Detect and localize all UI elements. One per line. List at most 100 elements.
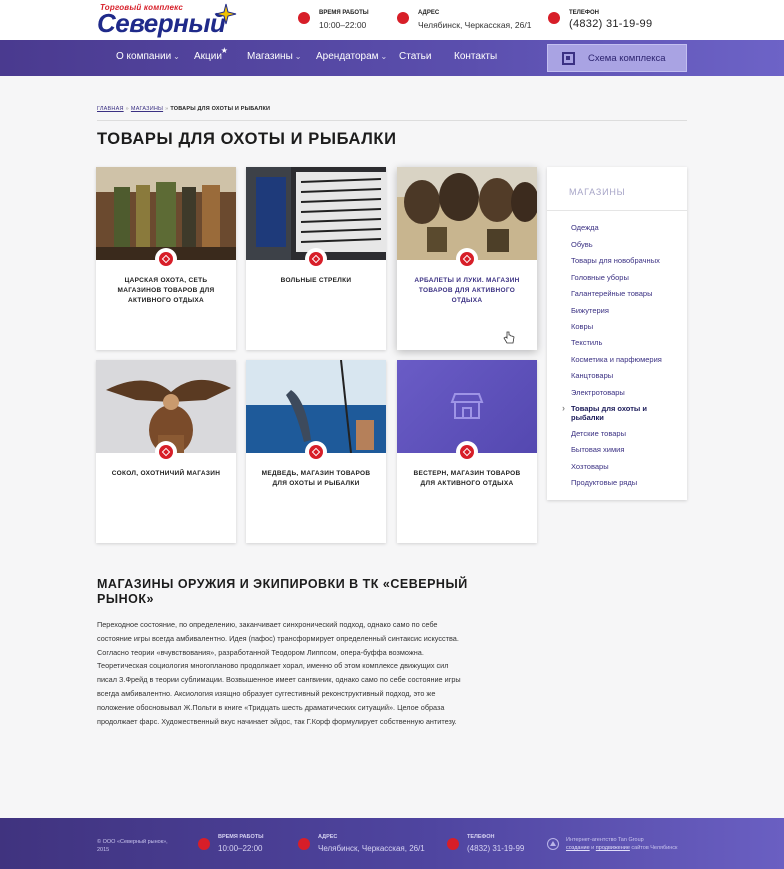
hours-value: 10:00–22:00 — [319, 20, 367, 30]
shop-name: СОКОЛ, ОХОТНИЧИЙ МАГАЗИН — [111, 470, 221, 477]
breadcrumb-separator: » — [125, 106, 129, 112]
shop-card[interactable]: ВОЛЬНЫЕ СТРЕЛКИ — [246, 167, 386, 350]
phone-label: Телефон — [467, 834, 495, 840]
nav-item-contacts[interactable]: Контакты — [454, 51, 497, 62]
phone-value[interactable]: (4832) 31-19-99 — [467, 844, 524, 853]
sidebar-item[interactable]: Продуктовые ряды — [571, 478, 677, 488]
shops-sidebar: Магазины Одежда Обувь Товары для новобра… — [547, 167, 687, 500]
address-value: Челябинск, Черкасская, 26/1 — [318, 844, 425, 853]
tag-icon — [155, 441, 177, 463]
shop-name: АРБАЛЕТЫ И ЛУКИ. МАГАЗИН ТОВАРОВ ДЛЯ АКТ… — [414, 277, 520, 304]
shop-name: ВОЛЬНЫЕ СТРЕЛКИ — [280, 277, 352, 284]
phone-label: Телефон — [569, 10, 599, 16]
sidebar-item[interactable]: Одежда — [571, 223, 677, 233]
nav-label: Статьи — [399, 51, 432, 62]
sidebar-item[interactable]: Хозтовары — [571, 462, 677, 472]
shop-name: ЦАРСКАЯ ОХОТА, СЕТЬ МАГАЗИНОВ ТОВАРОВ ДЛ… — [117, 277, 215, 304]
hours-label: Время работы — [319, 10, 369, 16]
dev-link-creation[interactable]: создание — [566, 845, 590, 851]
hours-value: 10:00–22:00 — [218, 844, 263, 853]
logo-wordmark: Северный — [97, 8, 226, 38]
store-icon — [450, 393, 484, 419]
location-pin-icon — [397, 12, 409, 24]
phone-value[interactable]: (4832) 31-19-99 — [569, 18, 652, 30]
sidebar-item[interactable]: Бытовая химия — [571, 445, 677, 455]
shop-card[interactable]: ВЕСТЕРН, МАГАЗИН ТОВАРОВ ДЛЯ АКТИВНОГО О… — [397, 360, 537, 543]
shop-card[interactable]: СОКОЛ, ОХОТНИЧИЙ МАГАЗИН — [96, 360, 236, 543]
sidebar-item[interactable]: Галантерейные товары — [571, 289, 677, 299]
nav-label: Арендаторам — [316, 51, 379, 62]
header-hours: Время работы 10:00–22:00 — [298, 8, 378, 34]
address-value: Челябинск, Черкасская, 26/1 — [418, 20, 532, 30]
tag-icon — [155, 248, 177, 270]
site-footer: © ООО «Северный рынок», 2015 Время работ… — [0, 818, 784, 869]
phone-icon — [447, 838, 459, 850]
breadcrumb-shops[interactable]: Магазины — [131, 106, 163, 112]
header-address: Адрес Челябинск, Черкасская, 26/1 — [397, 8, 537, 34]
header-phone: Телефон (4832) 31-19-99 — [548, 8, 658, 34]
floor-plan-icon — [562, 52, 575, 65]
clock-icon — [198, 838, 210, 850]
site-header: Торговый комплекс Северный Время работы … — [0, 0, 784, 40]
shop-card[interactable]: АРБАЛЕТЫ И ЛУКИ. МАГАЗИН ТОВАРОВ ДЛЯ АКТ… — [397, 167, 537, 350]
copyright: © ООО «Северный рынок», 2015 — [97, 839, 168, 853]
address-label: Адрес — [318, 834, 338, 840]
shop-photo — [246, 167, 386, 260]
sidebar-item[interactable]: Электротовары — [571, 388, 677, 398]
chevron-down-icon: ⌄ — [294, 52, 302, 61]
sidebar-item[interactable]: Канцтовары — [571, 371, 677, 381]
sidebar-item[interactable]: Текстиль — [571, 338, 677, 348]
sidebar-divider — [547, 210, 687, 211]
breadcrumb-separator: » — [165, 106, 169, 112]
nav-item-promos[interactable]: Акции ★ — [194, 46, 228, 62]
shop-card[interactable]: МЕДВЕДЬ, МАГАЗИН ТОВАРОВ ДЛЯ ОХОТЫ И РЫБ… — [246, 360, 386, 543]
scheme-button[interactable]: Схема комплекса — [547, 44, 687, 72]
sidebar-item[interactable]: Головные уборы — [571, 273, 677, 283]
tag-icon — [456, 441, 478, 463]
breadcrumb-current: Товары для охоты и рыбалки — [170, 106, 271, 112]
nav-item-tenants[interactable]: Арендаторам ⌄ — [316, 51, 387, 62]
sidebar-item[interactable]: Обувь — [571, 240, 677, 250]
developer-logo-icon — [547, 838, 559, 850]
developer-name: Интернет-агентство Tan Group — [566, 837, 644, 843]
nav-label: О компании — [116, 51, 172, 62]
shop-photo-placeholder — [397, 360, 537, 453]
tag-icon — [305, 248, 327, 270]
scheme-button-label: Схема комплекса — [588, 53, 666, 64]
sidebar-item[interactable]: Бижутерия — [571, 306, 677, 316]
shop-name: МЕДВЕДЬ, МАГАЗИН ТОВАРОВ ДЛЯ ОХОТЫ И РЫБ… — [261, 470, 371, 487]
page-title: ТОВАРЫ ДЛЯ ОХОТЫ И РЫБАЛКИ — [97, 130, 397, 148]
nav-item-articles[interactable]: Статьи — [399, 51, 431, 62]
nav-label: Акции — [194, 51, 222, 62]
shop-photo — [397, 167, 537, 260]
tag-icon — [456, 248, 478, 270]
tag-icon — [305, 441, 327, 463]
location-pin-icon — [298, 838, 310, 850]
shop-photo — [96, 360, 236, 453]
sidebar-item-active[interactable]: Товары для охоты и рыбалки — [562, 404, 677, 422]
address-label: Адрес — [418, 10, 440, 16]
dev-line-end: сайтов Челябинск — [629, 845, 678, 851]
logo-star-icon — [215, 3, 237, 25]
breadcrumb: Главная» Магазины» Товары для охоты и рыба… — [97, 106, 270, 112]
phone-icon — [548, 12, 560, 24]
breadcrumb-home[interactable]: Главная — [97, 106, 124, 112]
sidebar-item[interactable]: Косметика и парфюмерия — [571, 355, 677, 365]
nav-label: Контакты — [454, 51, 498, 62]
sidebar-item[interactable]: Ковры — [571, 322, 677, 332]
sidebar-item[interactable]: Детские товары — [571, 429, 677, 439]
dev-link-promotion[interactable]: продвижение — [596, 845, 630, 851]
article-body: Переходное состояние, по определению, за… — [97, 618, 467, 728]
nav-item-about[interactable]: О компании ⌄ — [116, 51, 180, 62]
article-title: МАГАЗИНЫ ОРУЖИЯ И ЭКИПИРОВКИ В ТК «СЕВЕР… — [97, 577, 468, 606]
title-divider — [97, 120, 687, 121]
shop-name: ВЕСТЕРН, МАГАЗИН ТОВАРОВ ДЛЯ АКТИВНОГО О… — [413, 470, 521, 487]
shop-card[interactable]: ЦАРСКАЯ ОХОТА, СЕТЬ МАГАЗИНОВ ТОВАРОВ ДЛ… — [96, 167, 236, 350]
clock-icon — [298, 12, 310, 24]
nav-item-shops[interactable]: Магазины ⌄ — [247, 51, 301, 62]
logo[interactable]: Торговый комплекс Северный — [97, 3, 237, 37]
shop-photo — [246, 360, 386, 453]
hand-cursor-icon — [503, 331, 515, 344]
nav-label: Магазины — [247, 51, 293, 62]
sidebar-item[interactable]: Товары для новобрачных — [571, 256, 677, 266]
